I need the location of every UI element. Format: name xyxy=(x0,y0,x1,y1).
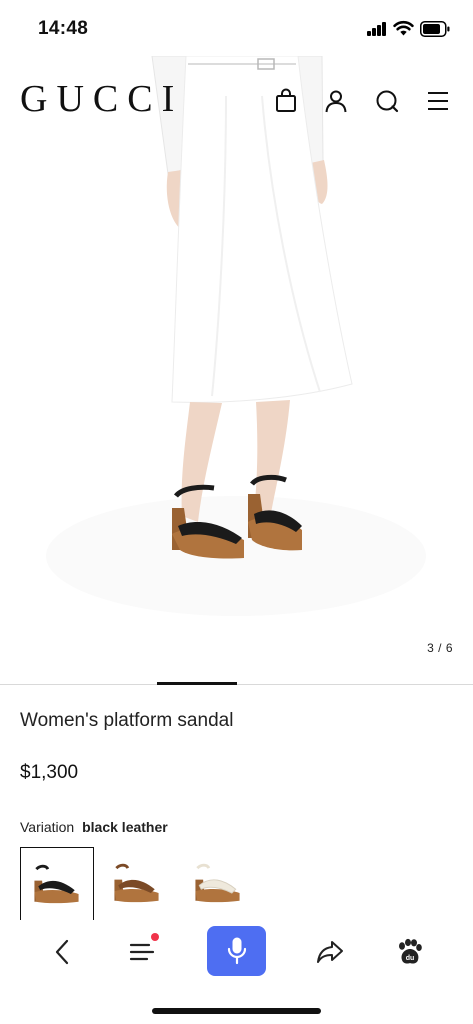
carousel-active-indicator xyxy=(157,682,237,685)
product-image[interactable] xyxy=(0,56,473,684)
menu-list-icon xyxy=(129,943,155,961)
product-page: 14:48 3 / 6 GUCCI Women's platform sanda… xyxy=(0,0,473,1024)
wifi-icon xyxy=(393,20,414,36)
swatch-brown-leather[interactable] xyxy=(101,847,175,921)
brand-logo[interactable]: GUCCI xyxy=(20,80,183,118)
cellular-signal-icon xyxy=(367,22,387,36)
voice-search-button[interactable] xyxy=(207,926,266,976)
search-icon[interactable] xyxy=(374,88,400,114)
share-icon xyxy=(317,941,343,963)
variation-value: black leather xyxy=(82,819,168,835)
image-counter: 3 / 6 xyxy=(427,641,453,655)
status-time: 14:48 xyxy=(38,18,89,39)
menu-icon[interactable] xyxy=(425,88,451,114)
variation-label: Variation xyxy=(20,819,75,835)
user-icon[interactable] xyxy=(323,88,349,114)
status-bar: 14:48 xyxy=(0,0,473,56)
home-indicator[interactable] xyxy=(152,1008,321,1014)
back-button[interactable] xyxy=(33,922,91,982)
product-price: $1,300 xyxy=(20,762,79,783)
baidu-paw-icon: du xyxy=(399,938,422,964)
sandal-thumbnail-white xyxy=(195,863,240,903)
microphone-icon xyxy=(227,937,246,965)
variation-row: Variation black leather xyxy=(20,819,168,835)
sandal-thumbnail-brown xyxy=(114,863,159,903)
notification-dot xyxy=(151,933,159,941)
shopping-bag-icon[interactable] xyxy=(273,88,299,114)
baidu-button[interactable]: du xyxy=(380,922,438,982)
back-icon xyxy=(55,939,69,965)
tabs-menu-button[interactable] xyxy=(113,922,171,982)
product-name: Women's platform sandal xyxy=(20,710,234,731)
svg-text:du: du xyxy=(406,955,415,962)
share-button[interactable] xyxy=(301,922,359,982)
battery-icon xyxy=(420,21,450,37)
swatch-black-leather[interactable] xyxy=(20,847,94,921)
swatch-white-leather[interactable] xyxy=(182,847,256,921)
sandal-thumbnail-black xyxy=(34,864,79,904)
model-photo xyxy=(46,56,426,616)
